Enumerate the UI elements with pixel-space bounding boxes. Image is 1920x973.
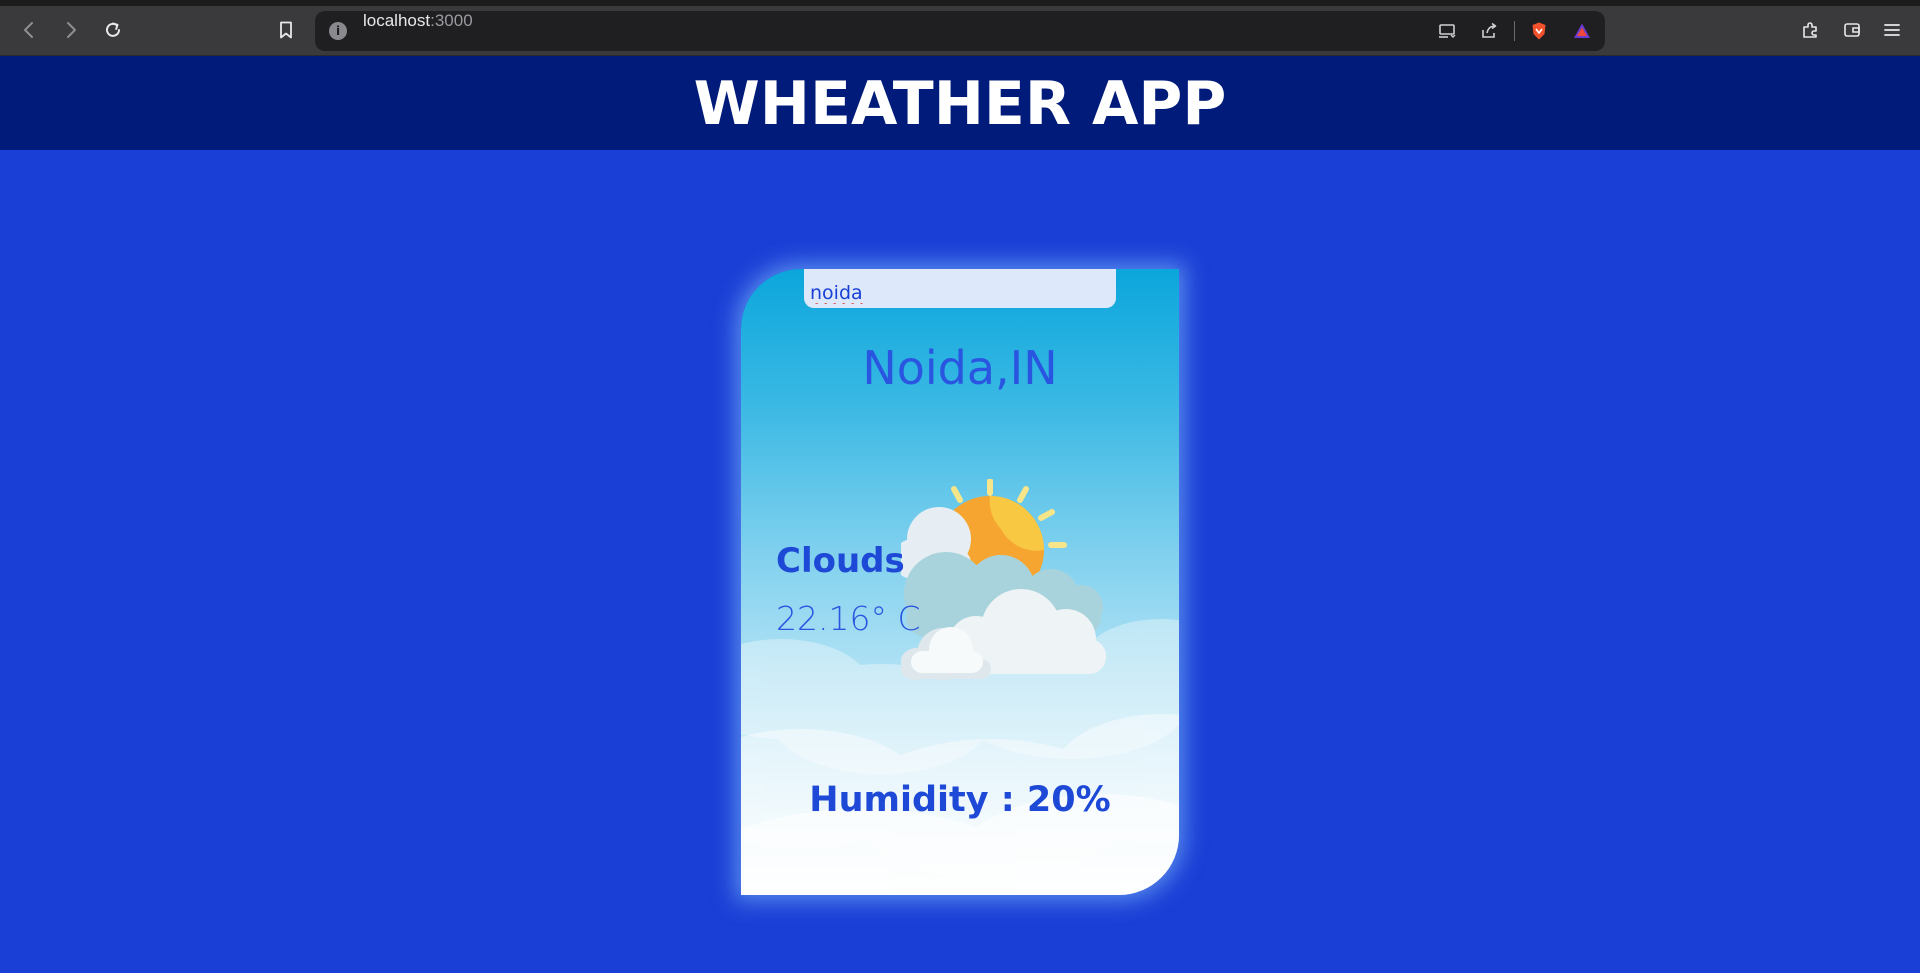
city-search-input[interactable] [804,269,1116,308]
sun-behind-clouds-icon [901,479,1106,680]
back-icon[interactable] [13,14,45,46]
share-icon[interactable] [1475,17,1503,45]
weather-card: Noida,IN [741,269,1179,895]
info-icon[interactable]: i [329,22,347,40]
address-bar[interactable]: i localhost:3000 [315,11,1605,51]
city-name: Noida,IN [862,341,1058,395]
menu-icon[interactable] [1876,14,1908,46]
brave-shield-icon[interactable] [1525,17,1553,45]
browser-toolbar: i localhost:3000 [0,6,1920,56]
url-host: localhost [363,11,431,30]
url-text[interactable]: localhost:3000 [363,11,473,51]
cast-icon[interactable] [1433,17,1461,45]
page-title: WHEATHER APP [693,69,1227,139]
temperature: 22.16° C [776,599,921,638]
bookmark-icon[interactable] [270,14,302,46]
url-port: :3000 [430,11,473,30]
address-bar-separator [1514,21,1515,41]
forward-icon[interactable] [55,14,87,46]
brave-rewards-icon[interactable] [1568,17,1596,45]
app-header: WHEATHER APP [0,56,1920,150]
extensions-icon[interactable] [1794,14,1826,46]
weather-condition: Clouds [776,541,905,581]
reload-icon[interactable] [97,14,129,46]
humidity: Humidity : 20% [809,780,1111,820]
wallet-icon[interactable] [1836,14,1868,46]
